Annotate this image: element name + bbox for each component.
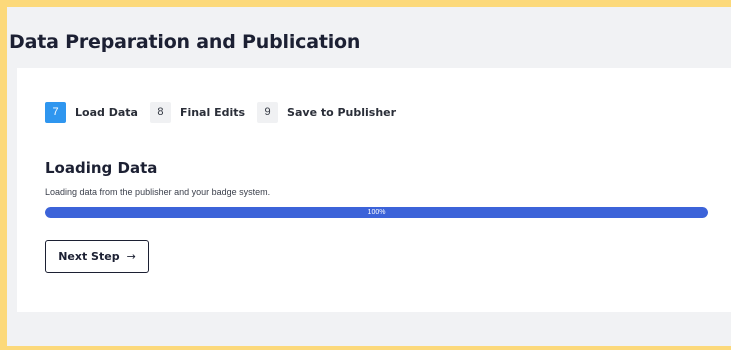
step-label: Load Data [75, 106, 138, 119]
step-save-to-publisher[interactable]: 9 Save to Publisher [257, 102, 396, 123]
progress-label: 100% [367, 209, 386, 216]
step-final-edits[interactable]: 8 Final Edits [149, 102, 246, 123]
step-indicator: 7 Load Data 8 Final Edits 9 Save to Publ… [45, 102, 408, 123]
step-number: 9 [257, 102, 279, 123]
app-frame: Data Preparation and Publication 7 Load … [0, 0, 731, 350]
step-number: 8 [149, 102, 171, 123]
step-load-data[interactable]: 7 Load Data [45, 102, 138, 123]
progress-bar: 100% [45, 207, 708, 218]
content-card: 7 Load Data 8 Final Edits 9 Save to Publ… [17, 68, 731, 312]
page-title: Data Preparation and Publication [9, 31, 361, 53]
arrow-right-icon: → [126, 250, 136, 263]
next-step-button[interactable]: Next Step → [45, 240, 149, 273]
step-label: Save to Publisher [287, 106, 397, 119]
step-number: 7 [45, 102, 66, 123]
next-step-label: Next Step [58, 250, 120, 263]
step-label: Final Edits [179, 106, 246, 119]
section-title: Loading Data [45, 159, 158, 177]
section-description: Loading data from the publisher and your… [45, 187, 271, 197]
